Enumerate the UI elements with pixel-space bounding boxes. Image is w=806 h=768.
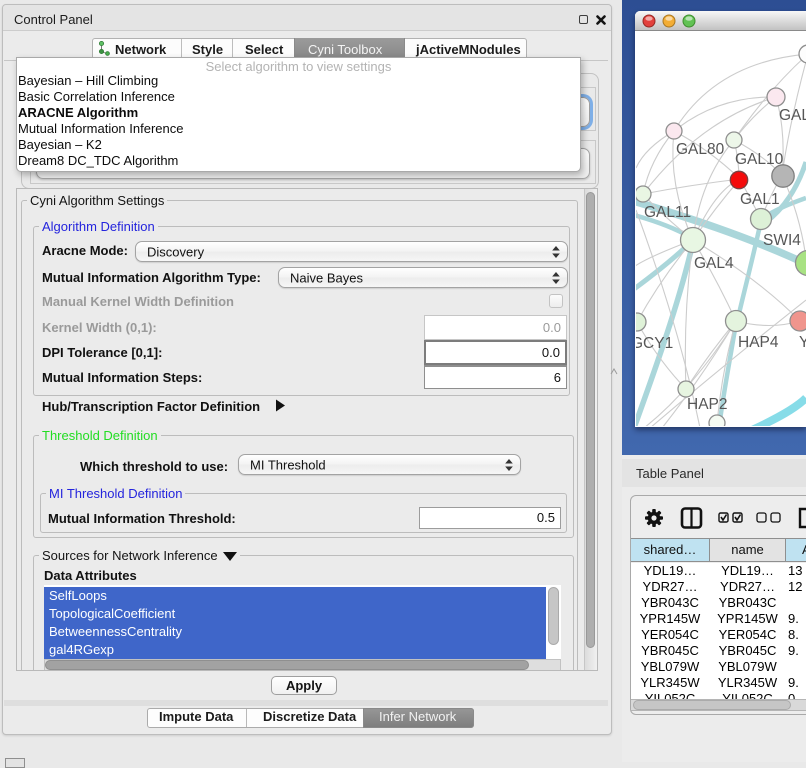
svg-text:GCY1: GCY1	[636, 335, 673, 352]
svg-text:GAL11: GAL11	[644, 204, 691, 221]
svg-text:GAL2: GAL2	[779, 107, 806, 124]
svg-text:SWI4: SWI4	[763, 232, 801, 249]
svg-text:HAP4: HAP4	[738, 334, 779, 351]
svg-text:GAL4: GAL4	[694, 255, 734, 272]
svg-text:Y: Y	[799, 334, 806, 351]
svg-text:GAL1: GAL1	[740, 191, 780, 208]
svg-text:GAL80: GAL80	[676, 141, 725, 158]
svg-text:HAP2: HAP2	[687, 396, 728, 413]
svg-text:GAL10: GAL10	[735, 151, 784, 168]
